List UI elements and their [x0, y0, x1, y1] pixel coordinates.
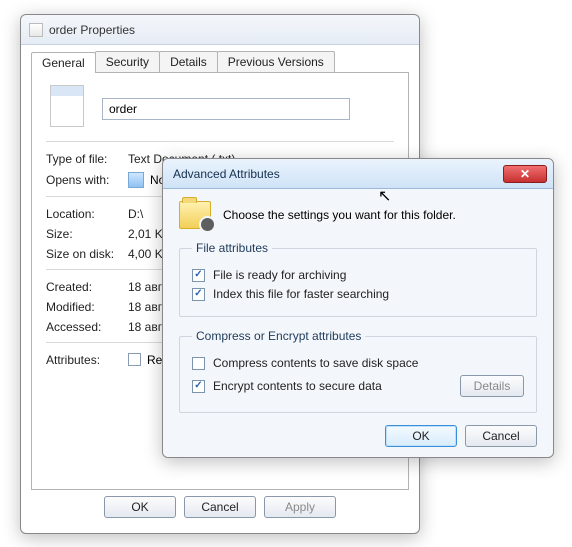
label-opens-with: Opens with:: [46, 173, 128, 187]
folder-settings-icon: [179, 201, 211, 229]
readonly-checkbox[interactable]: [128, 353, 141, 366]
compress-encrypt-legend: Compress or Encrypt attributes: [192, 329, 365, 343]
label-accessed: Accessed:: [46, 320, 128, 334]
filename-input[interactable]: order: [102, 98, 350, 120]
value-location: D:\: [128, 207, 143, 221]
document-icon: [50, 85, 84, 127]
advanced-button-row: OK Cancel: [179, 425, 537, 447]
details-button[interactable]: Details: [460, 375, 524, 397]
label-created: Created:: [46, 280, 128, 294]
opens-with-value: No: [128, 172, 165, 188]
advanced-prompt: Choose the settings you want for this fo…: [223, 208, 456, 222]
apply-button[interactable]: Apply: [264, 496, 336, 518]
advanced-attributes-dialog: Advanced Attributes ✕ Choose the setting…: [162, 158, 554, 458]
file-icon: [29, 23, 43, 37]
tab-security[interactable]: Security: [95, 51, 160, 72]
close-button[interactable]: ✕: [503, 165, 547, 183]
label-attributes: Attributes:: [46, 353, 128, 367]
archive-checkbox-row[interactable]: File is ready for archiving: [192, 268, 524, 282]
tab-general[interactable]: General: [31, 52, 96, 73]
properties-tabs: General Security Details Previous Versio…: [31, 51, 409, 72]
compress-encrypt-group: Compress or Encrypt attributes Compress …: [179, 329, 537, 413]
gear-icon: [201, 218, 214, 231]
label-type: Type of file:: [46, 152, 128, 166]
cancel-button[interactable]: Cancel: [184, 496, 256, 518]
close-icon: ✕: [520, 167, 530, 181]
label-size-on-disk: Size on disk:: [46, 247, 128, 261]
tab-previous-versions[interactable]: Previous Versions: [217, 51, 335, 72]
label-location: Location:: [46, 207, 128, 221]
index-label: Index this file for faster searching: [213, 287, 389, 301]
advanced-cancel-button[interactable]: Cancel: [465, 425, 537, 447]
advanced-ok-button[interactable]: OK: [385, 425, 457, 447]
index-checkbox-row[interactable]: Index this file for faster searching: [192, 287, 524, 301]
properties-button-row: OK Cancel Apply: [31, 496, 409, 518]
archive-label: File is ready for archiving: [213, 268, 346, 282]
index-checkbox[interactable]: [192, 288, 205, 301]
label-size: Size:: [46, 227, 128, 241]
encrypt-checkbox[interactable]: [192, 380, 205, 393]
archive-checkbox[interactable]: [192, 269, 205, 282]
properties-title: order Properties: [49, 23, 135, 37]
label-modified: Modified:: [46, 300, 128, 314]
filename-value: order: [109, 102, 137, 116]
advanced-titlebar[interactable]: Advanced Attributes ✕: [163, 159, 553, 189]
advanced-title: Advanced Attributes: [173, 167, 280, 181]
compress-label: Compress contents to save disk space: [213, 356, 418, 370]
file-attributes-legend: File attributes: [192, 241, 272, 255]
encrypt-checkbox-row[interactable]: Encrypt contents to secure data Details: [192, 375, 524, 397]
encrypt-label: Encrypt contents to secure data: [213, 379, 382, 393]
file-attributes-group: File attributes File is ready for archiv…: [179, 241, 537, 317]
properties-titlebar[interactable]: order Properties: [21, 15, 419, 45]
notepad-icon: [128, 172, 144, 188]
tab-details[interactable]: Details: [159, 51, 218, 72]
compress-checkbox[interactable]: [192, 357, 205, 370]
compress-checkbox-row[interactable]: Compress contents to save disk space: [192, 356, 524, 370]
ok-button[interactable]: OK: [104, 496, 176, 518]
